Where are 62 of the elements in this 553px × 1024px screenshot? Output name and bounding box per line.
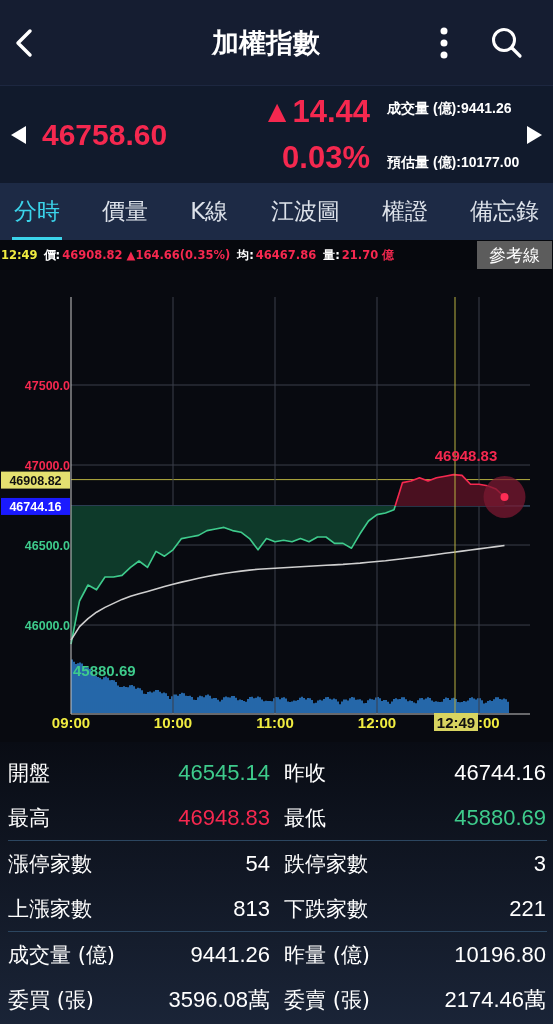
stat-value: 2174.46萬 (443, 985, 546, 1014)
high-label: 46948.83 (434, 447, 498, 465)
previous-arrow-icon[interactable] (10, 124, 28, 145)
stat-label: 漲停家數 (8, 850, 92, 878)
cursor-time-tag: 12:49 (434, 713, 478, 731)
stat-label: 昨量 (億) (284, 941, 371, 969)
stat-value: 46744.16 (453, 759, 546, 786)
page-title: 加權指數 (210, 25, 321, 60)
estimate-text: 預估量 (億):10177.00 (387, 152, 521, 172)
reference-price-tag: 46744.16 (1, 497, 70, 515)
stat-label: 上漲家數 (8, 895, 92, 923)
stat-value: 46545.14 (177, 759, 270, 786)
search-icon[interactable] (491, 26, 523, 59)
stat-label: 開盤 (8, 759, 50, 787)
last-price-dot (483, 476, 526, 518)
cursor-price-tag: 46908.82 (1, 471, 70, 489)
volume-label: 量: (323, 247, 340, 263)
tab[interactable]: K線 (188, 183, 231, 240)
stat-value: 813 (232, 895, 270, 922)
stat-label: 下跌家數 (284, 895, 368, 923)
next-arrow-icon[interactable] (525, 124, 543, 145)
stat-label: 跌停家數 (284, 850, 368, 878)
stat-value: 45880.69 (453, 804, 546, 831)
price-label: 價: (43, 247, 61, 263)
stat-value: 3 (532, 850, 546, 877)
average-label: 均: (237, 247, 254, 263)
stat-value: 54 (244, 850, 270, 877)
axis-label: 46000.0 (24, 619, 70, 634)
stat-value: 221 (508, 895, 546, 922)
stat-label: 最高 (8, 804, 50, 832)
tab[interactable]: 價量 (100, 183, 151, 240)
axis-label: 11:00 (256, 714, 294, 731)
tab[interactable]: 備忘錄 (467, 183, 541, 240)
price-value: 46908.82 ▲164.66(0.35%) (62, 248, 231, 262)
stat-label: 昨收 (284, 759, 326, 787)
index-price: 46758.60 (42, 117, 169, 152)
volume-value: 21.70 億 (341, 247, 395, 263)
stat-label: 委買 (張) (8, 986, 95, 1014)
average-value: 46467.86 (255, 248, 317, 262)
price-change: ▲14.44 (260, 92, 370, 131)
stat-label: 最低 (284, 804, 326, 832)
volume-text: 成交量 (億):9441.26 (387, 98, 513, 118)
axis-label: :00 (478, 714, 500, 731)
reference-line-button[interactable]: 參考線 (477, 241, 552, 269)
axis-label: 12:00 (357, 714, 397, 731)
stat-label: 成交量 (億) (8, 941, 116, 969)
tab[interactable]: 權證 (379, 183, 430, 240)
axis-label: 47000.0 (24, 459, 70, 473)
more-icon[interactable] (439, 26, 449, 59)
stat-value: 46948.83 (177, 804, 270, 831)
stat-value: 10196.80 (453, 941, 546, 968)
back-icon[interactable] (14, 27, 34, 58)
stat-label: 委賣 (張) (284, 986, 371, 1014)
time-text: 12:49 (1, 248, 38, 262)
axis-label: 46500.0 (24, 539, 70, 553)
axis-label: 09:00 (51, 714, 91, 731)
axis-label: 10:00 (153, 714, 193, 731)
axis-label: 47500.0 (24, 379, 70, 393)
stat-value: 3596.08萬 (167, 985, 270, 1014)
tab[interactable]: 江波圖 (268, 183, 342, 240)
percent-change: 0.03% (281, 138, 370, 177)
stat-value: 9441.26 (189, 941, 270, 968)
